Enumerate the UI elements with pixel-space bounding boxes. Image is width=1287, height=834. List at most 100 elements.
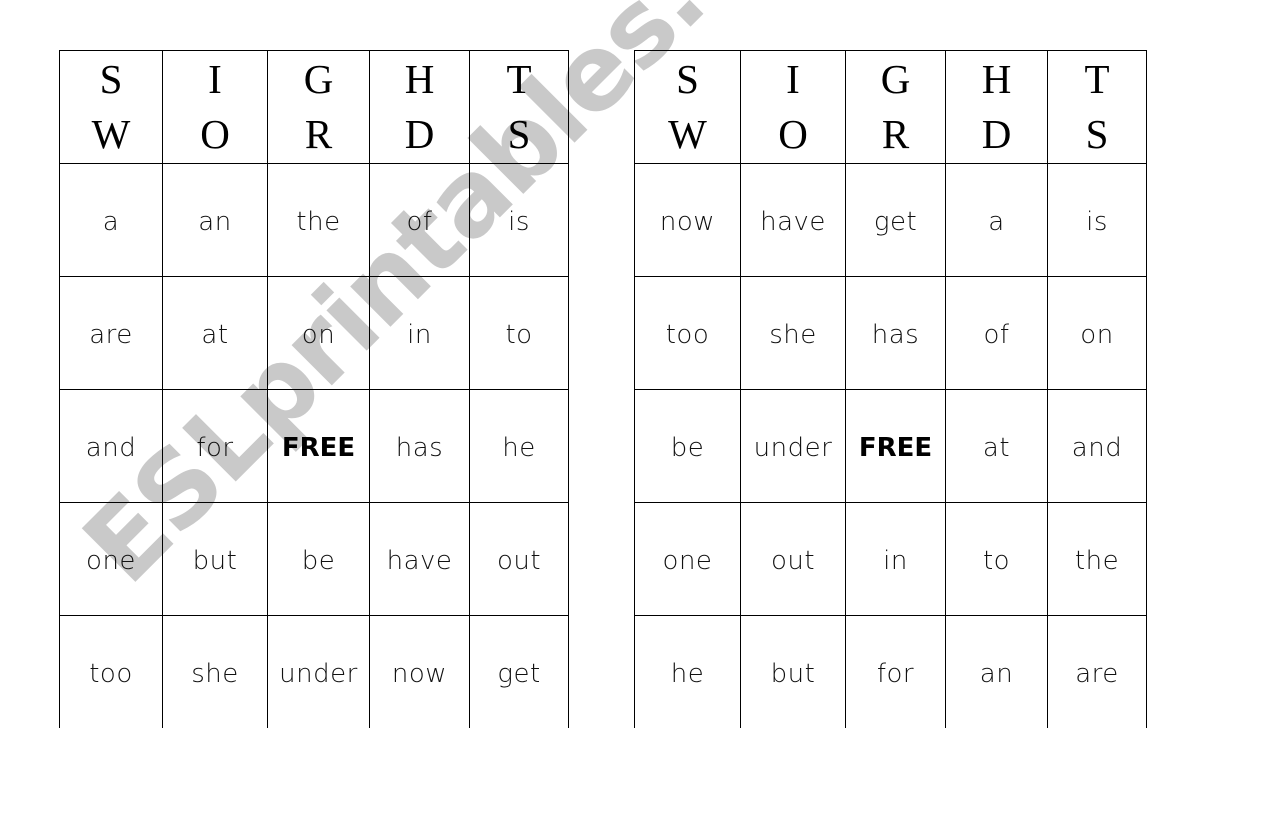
word: under <box>279 659 358 689</box>
word: of <box>983 320 1010 350</box>
word-cell: in <box>845 502 946 616</box>
free-space: FREE <box>858 433 933 463</box>
word-cell: have <box>740 163 846 277</box>
word-cell: is <box>469 163 569 277</box>
word-cell: she <box>162 615 268 728</box>
word-cell: in <box>369 276 470 390</box>
word: but <box>192 546 238 576</box>
word-cell: but <box>162 502 268 616</box>
header-cell: TS <box>469 50 569 164</box>
word: and <box>85 433 137 463</box>
header-letter: G <box>880 56 911 102</box>
word: on <box>1080 320 1114 350</box>
word-cell: have <box>369 502 470 616</box>
bingo-board-1: SW IO GR HD TS a an the of is are at on … <box>59 50 569 728</box>
word: a <box>102 207 120 237</box>
word: the <box>296 207 341 237</box>
word-cell: be <box>267 502 370 616</box>
word-row: too she under now get <box>59 615 569 728</box>
word: an <box>979 659 1014 689</box>
word: in <box>883 546 908 576</box>
word: have <box>386 546 453 576</box>
word: is <box>1086 207 1108 237</box>
header-cell: SW <box>59 50 163 164</box>
word-cell: an <box>162 163 268 277</box>
header-row: SW IO GR HD TS <box>634 50 1147 164</box>
free-cell: FREE <box>267 389 370 503</box>
word-cell: one <box>59 502 163 616</box>
word: for <box>196 433 234 463</box>
header-letter: T <box>1084 56 1110 102</box>
word: now <box>659 207 716 237</box>
word: but <box>770 659 816 689</box>
word: one <box>86 546 136 576</box>
word: for <box>876 659 915 689</box>
word-cell: for <box>162 389 268 503</box>
word-cell: the <box>1047 502 1147 616</box>
word: an <box>198 207 232 237</box>
word-cell: has <box>369 389 470 503</box>
word: and <box>1071 433 1123 463</box>
word-row: and for FREE has he <box>59 389 569 503</box>
word-cell: are <box>59 276 163 390</box>
header-letter: S <box>676 56 699 102</box>
word: get <box>497 659 541 689</box>
header-letter: O <box>778 111 808 157</box>
word: she <box>769 320 817 350</box>
word-cell: under <box>267 615 370 728</box>
header-letter: D <box>404 111 435 157</box>
word-cell: a <box>945 163 1048 277</box>
word: he <box>670 659 705 689</box>
word-cell: at <box>162 276 268 390</box>
header-letter: W <box>668 111 707 157</box>
header-letter: H <box>981 56 1012 102</box>
header-row: SW IO GR HD TS <box>59 50 569 164</box>
word-row: one but be have out <box>59 502 569 616</box>
word-cell: is <box>1047 163 1147 277</box>
word-cell: now <box>369 615 470 728</box>
header-cell: GR <box>845 50 946 164</box>
word: to <box>505 320 533 350</box>
header-letter: I <box>208 56 222 102</box>
header-letter: S <box>99 56 123 102</box>
word-cell: be <box>634 389 741 503</box>
word-cell: and <box>1047 389 1147 503</box>
word-cell: are <box>1047 615 1147 728</box>
word-row: a an the of is <box>59 163 569 277</box>
word: she <box>191 659 239 689</box>
word-cell: now <box>634 163 741 277</box>
header-cell: IO <box>740 50 846 164</box>
header-cell: HD <box>945 50 1048 164</box>
word-cell: too <box>59 615 163 728</box>
word-row: he but for an are <box>634 615 1147 728</box>
word-row: one out in to the <box>634 502 1147 616</box>
word-cell: he <box>469 389 569 503</box>
word: be <box>670 433 705 463</box>
word: are <box>1075 659 1119 689</box>
word-cell: out <box>740 502 846 616</box>
word: in <box>407 320 432 350</box>
free-cell: FREE <box>845 389 946 503</box>
word: the <box>1074 546 1120 576</box>
word: on <box>301 320 336 350</box>
header-letter: I <box>786 56 800 102</box>
word-cell: one <box>634 502 741 616</box>
word: to <box>982 546 1011 576</box>
word-cell: at <box>945 389 1048 503</box>
word-cell: an <box>945 615 1048 728</box>
word-row: too she has of on <box>634 276 1147 390</box>
word-cell: has <box>845 276 946 390</box>
word: at <box>201 320 229 350</box>
header-letter: H <box>404 56 435 102</box>
word: be <box>301 546 336 576</box>
header-cell: SW <box>634 50 741 164</box>
word-cell: of <box>945 276 1048 390</box>
word-row: be under FREE at and <box>634 389 1147 503</box>
word-cell: for <box>845 615 946 728</box>
word-cell: to <box>945 502 1048 616</box>
header-letter: W <box>91 111 131 157</box>
header-letter: R <box>304 111 333 157</box>
header-letter: S <box>1085 111 1109 157</box>
word-cell: to <box>469 276 569 390</box>
free-space: FREE <box>281 433 356 463</box>
